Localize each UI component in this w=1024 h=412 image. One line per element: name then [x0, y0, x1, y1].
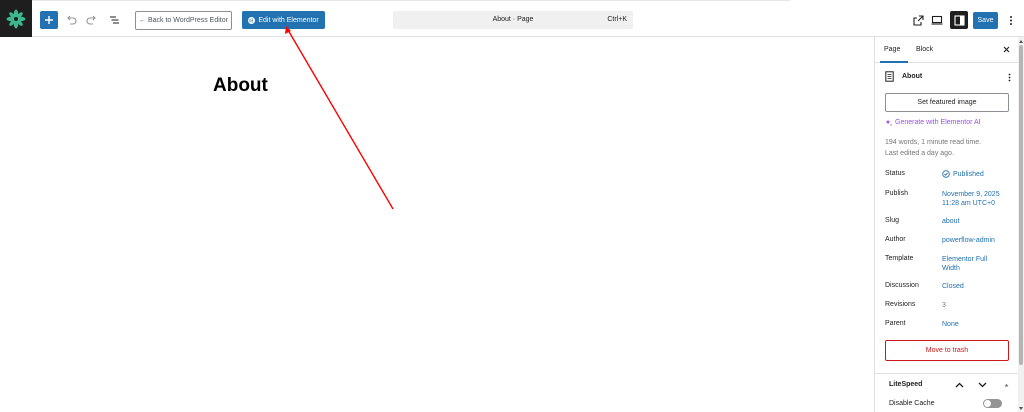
tab-page[interactable]: Page [884, 46, 900, 53]
template-value-button[interactable]: Elementor Full Width [942, 255, 1008, 273]
options-menu-button[interactable] [1004, 11, 1018, 29]
trash-button-label: Move to trash [925, 347, 969, 354]
scrollbar-thumb[interactable] [1019, 45, 1023, 365]
collapse-panel-button[interactable] [1000, 379, 1012, 391]
litespeed-panel-title[interactable]: LiteSpeed [889, 381, 922, 388]
redo-icon [86, 15, 96, 25]
add-block-button[interactable] [40, 11, 58, 29]
command-palette-bar[interactable]: About · Page Ctrl+K [393, 11, 633, 29]
template-label: Template [885, 255, 914, 262]
parent-label: Parent [885, 320, 906, 327]
status-label: Status [885, 170, 905, 177]
elementor-button-label: Edit with Elementor [258, 16, 319, 24]
edit-with-elementor-button[interactable]: Edit with Elementor [242, 11, 325, 29]
publish-label: Publish [885, 190, 908, 197]
back-button-label: ← Back to WordPress Editor [139, 17, 228, 24]
template-value-line1: Elementor Full [942, 256, 988, 263]
close-icon [1003, 46, 1009, 52]
parent-value[interactable]: None [942, 320, 1008, 329]
sparkle-icon [885, 119, 892, 126]
featured-image-label: Set featured image [917, 99, 977, 106]
plus-icon [45, 16, 53, 24]
settings-sidebar-toggle[interactable] [950, 11, 968, 29]
chevron-down-icon [978, 382, 986, 388]
external-link-icon [912, 14, 924, 26]
toolbar-top-divider [0, 0, 790, 1]
page-icon [885, 71, 894, 82]
discussion-value[interactable]: Closed [942, 282, 1008, 291]
author-value[interactable]: powerflow-admin [942, 236, 1008, 245]
settings-sidebar: Page Block About Set featured image Gene… [874, 37, 1019, 412]
published-check-icon [942, 170, 950, 178]
document-meta: 194 words, 1 minute read time. Last edit… [885, 137, 981, 159]
sidebar-scrollbar[interactable] [1018, 37, 1024, 412]
document-title: About [902, 73, 923, 80]
publish-time: 11:28 am UTC+0 [942, 200, 995, 207]
toggle-knob [984, 400, 991, 407]
sidebar-icon [953, 14, 965, 26]
sidebar-tabs: Page Block [875, 37, 1019, 63]
slug-label: Slug [885, 217, 900, 224]
site-logo-button[interactable] [0, 0, 32, 37]
elementor-icon [248, 16, 256, 24]
chevron-up-icon [955, 382, 963, 388]
tab-active-indicator [880, 61, 908, 63]
litespeed-panel: LiteSpeed Disable Cache [875, 373, 1019, 412]
vertical-ellipsis-icon [1008, 73, 1010, 81]
annotation-arrow [285, 26, 394, 210]
command-shortcut: Ctrl+K [607, 16, 627, 23]
publish-date-button[interactable]: November 9, 2025 11:28 am UTC+0 [942, 190, 1008, 208]
disable-cache-toggle[interactable] [983, 399, 1002, 408]
undo-icon [67, 15, 77, 25]
document-header: About [885, 71, 1011, 83]
leaf-logo-icon [6, 9, 26, 28]
document-overview-button[interactable] [105, 11, 123, 29]
scroll-down-arrow[interactable] [1018, 405, 1024, 411]
status-value: Published [953, 171, 984, 178]
preview-device-button[interactable] [928, 11, 946, 29]
command-palette-title: About · Page [492, 16, 534, 23]
scroll-up-arrow[interactable] [1018, 38, 1024, 44]
save-button-label: Save [977, 17, 994, 24]
move-to-trash-button[interactable]: Move to trash [885, 340, 1009, 361]
caret-up-icon [1004, 383, 1008, 387]
word-count-text: 194 words, 1 minute read time. [885, 139, 982, 146]
ai-link-label: Generate with Elementor AI [895, 119, 981, 126]
revisions-label: Revisions [885, 301, 916, 308]
caret-up-icon [1019, 39, 1023, 43]
close-sidebar-button[interactable] [1001, 44, 1011, 54]
revisions-value[interactable]: 3 [942, 301, 1008, 310]
editor-toolbar: ← Back to WordPress Editor Edit with Ele… [0, 0, 1024, 37]
view-page-button[interactable] [909, 11, 927, 29]
undo-button[interactable] [62, 11, 80, 29]
set-featured-image-button[interactable]: Set featured image [885, 93, 1009, 112]
list-view-icon [109, 16, 119, 24]
back-to-wordpress-editor-button[interactable]: ← Back to WordPress Editor [135, 11, 232, 30]
move-panel-up-button[interactable] [953, 379, 965, 391]
page-title[interactable]: About [213, 75, 268, 97]
redo-button[interactable] [83, 11, 101, 29]
author-label: Author [885, 236, 906, 243]
desktop-icon [931, 15, 943, 25]
status-value-button[interactable]: Published [942, 170, 1008, 179]
generate-with-elementor-ai-link[interactable]: Generate with Elementor AI [885, 119, 981, 126]
template-value-line2: Width [942, 265, 960, 272]
annotation-arrow-line [287, 29, 394, 210]
discussion-label: Discussion [885, 282, 919, 289]
slug-value[interactable]: about [942, 217, 1008, 226]
document-actions-button[interactable] [1005, 71, 1013, 83]
publish-date: November 9, 2025 [942, 191, 1000, 198]
caret-down-icon [1019, 406, 1023, 410]
last-edited-text: Last edited a day ago. [885, 150, 954, 157]
move-panel-down-button[interactable] [976, 379, 988, 391]
disable-cache-label: Disable Cache [889, 400, 935, 407]
save-button[interactable]: Save [973, 12, 998, 29]
vertical-ellipsis-icon [1010, 15, 1012, 25]
tab-block[interactable]: Block [916, 46, 933, 53]
